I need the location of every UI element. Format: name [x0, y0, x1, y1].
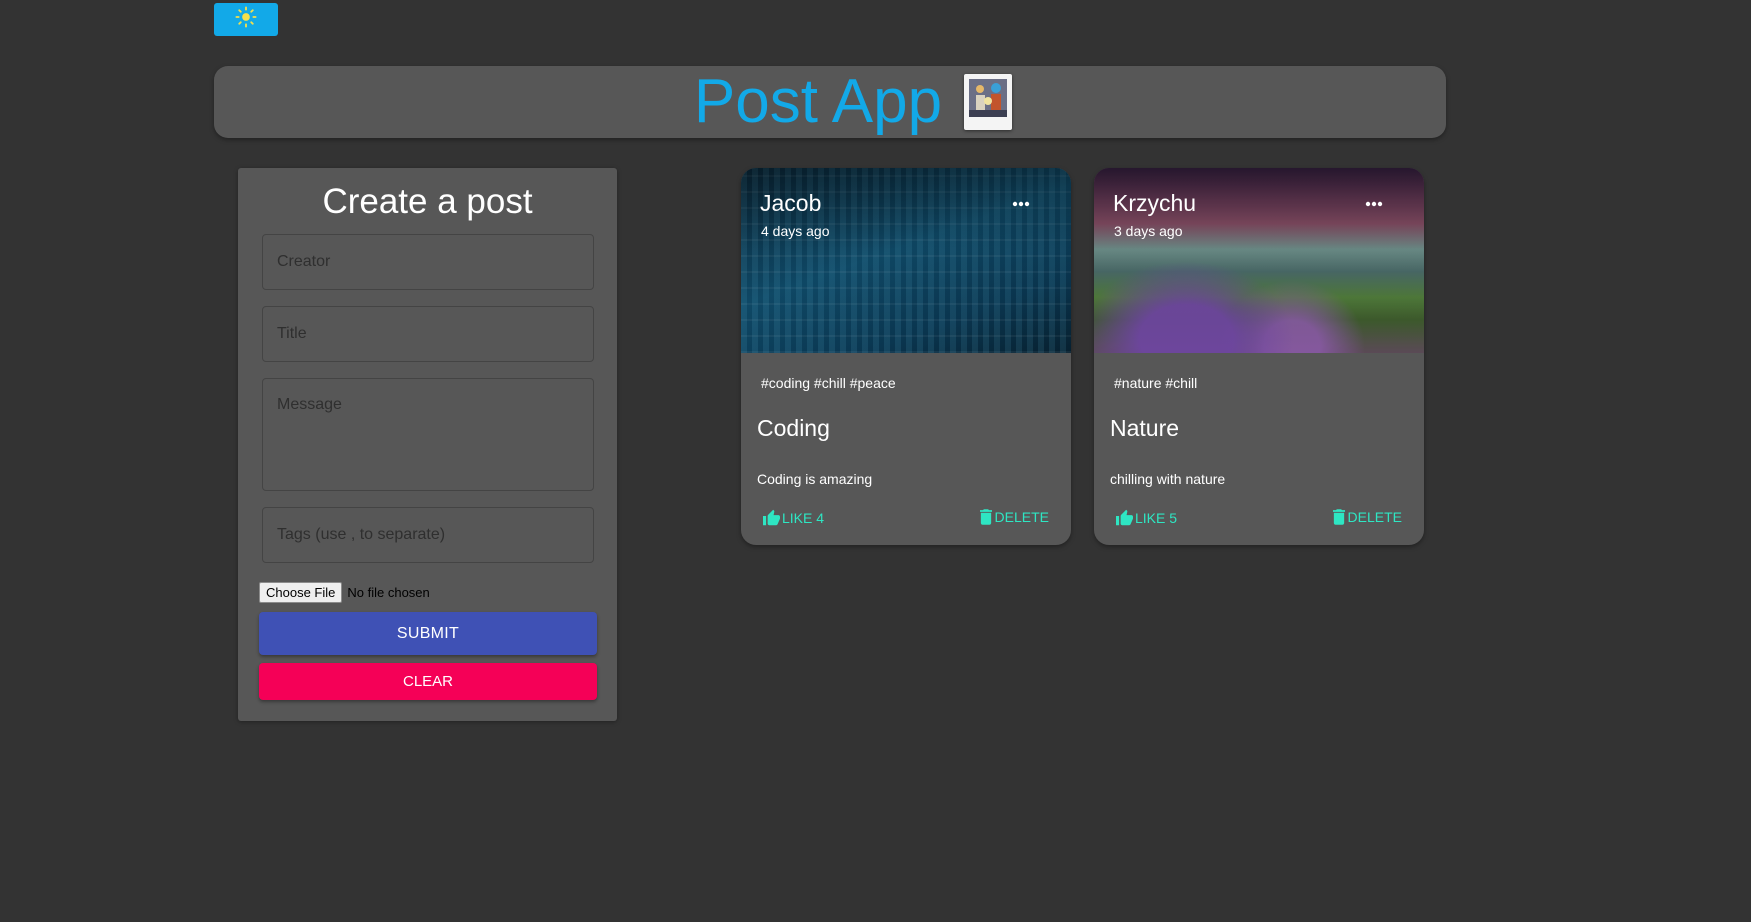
- message-input[interactable]: [262, 378, 594, 491]
- form-heading: Create a post: [322, 182, 533, 221]
- submit-button[interactable]: SUBMIT: [259, 612, 597, 655]
- delete-button[interactable]: DELETE: [979, 509, 1049, 525]
- post-time: 4 days ago: [761, 223, 830, 239]
- trash-icon: [1332, 509, 1345, 525]
- post-creator: Krzychu: [1113, 190, 1197, 216]
- post-title: Nature: [1110, 415, 1180, 441]
- app-bar: Post App: [214, 66, 1446, 138]
- create-post-form: Create a post Choose File No file chosen…: [238, 168, 617, 721]
- tags-input[interactable]: [262, 507, 594, 563]
- post-card: Jacob 4 days ago #coding #chill #peace C…: [741, 168, 1071, 545]
- post-card: Krzychu 3 days ago #nature #chill Nature…: [1094, 168, 1424, 545]
- more-options-button[interactable]: [1362, 192, 1386, 216]
- sun-icon: [235, 6, 257, 33]
- trash-icon: [979, 509, 992, 525]
- post-image: Jacob 4 days ago: [741, 168, 1071, 353]
- polaroid-photo-icon: [964, 74, 1013, 130]
- delete-label: DELETE: [1347, 509, 1402, 525]
- post-image: Krzychu 3 days ago: [1094, 168, 1424, 353]
- post-creator: Jacob: [760, 190, 822, 216]
- like-label: LIKE 4: [782, 509, 825, 526]
- clear-button[interactable]: CLEAR: [259, 663, 597, 700]
- title-input[interactable]: [262, 306, 594, 362]
- like-button[interactable]: LIKE 5: [1115, 509, 1177, 526]
- delete-button[interactable]: DELETE: [1332, 509, 1402, 525]
- more-horizontal-icon: [1365, 201, 1383, 207]
- post-title: Coding: [757, 415, 830, 441]
- like-label: LIKE 5: [1135, 509, 1178, 526]
- post-message: Coding is amazing: [757, 471, 873, 487]
- delete-label: DELETE: [994, 509, 1049, 525]
- thumb-up-icon: [1116, 509, 1133, 526]
- file-picker: Choose File No file chosen: [259, 582, 430, 603]
- thumb-up-icon: [763, 509, 780, 526]
- like-button[interactable]: LIKE 4: [762, 509, 824, 526]
- more-horizontal-icon: [1012, 201, 1030, 207]
- file-status: No file chosen: [347, 585, 430, 600]
- more-options-button[interactable]: [1009, 192, 1033, 216]
- post-tags: #nature #chill: [1114, 375, 1198, 391]
- post-time: 3 days ago: [1114, 223, 1183, 239]
- choose-file-button[interactable]: Choose File: [259, 582, 343, 603]
- theme-toggle-button[interactable]: [214, 3, 278, 36]
- app-title: Post App: [693, 67, 943, 136]
- post-tags: #coding #chill #peace: [761, 375, 896, 391]
- creator-input[interactable]: [262, 234, 594, 290]
- post-message: chilling with nature: [1110, 471, 1226, 487]
